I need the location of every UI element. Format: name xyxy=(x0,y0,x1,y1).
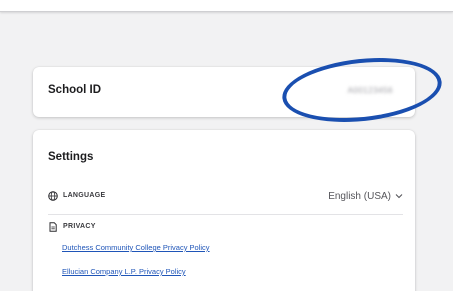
divider xyxy=(48,214,403,215)
globe-icon xyxy=(48,191,58,201)
school-id-value: A00123456 xyxy=(347,86,393,95)
document-icon xyxy=(48,222,58,232)
language-value: English (USA) xyxy=(328,190,391,202)
chevron-down-icon xyxy=(395,192,403,200)
school-id-card: School ID A00123456 xyxy=(33,67,415,117)
settings-title: Settings xyxy=(48,151,94,163)
language-label: LANGUAGE xyxy=(63,192,106,199)
school-id-label: School ID xyxy=(48,84,102,96)
top-bar xyxy=(0,0,453,12)
privacy-label: PRIVACY xyxy=(63,223,96,230)
language-select[interactable]: English (USA) xyxy=(328,189,403,203)
dutchess-privacy-policy-link[interactable]: Dutchess Community College Privacy Polic… xyxy=(62,243,210,252)
language-row: LANGUAGE English (USA) xyxy=(48,190,403,206)
privacy-row: PRIVACY xyxy=(48,221,403,235)
ellucian-privacy-policy-link[interactable]: Ellucian Company L.P. Privacy Policy xyxy=(62,267,186,276)
settings-card: Settings LANGUAGE English (USA) PRIVACY … xyxy=(33,130,415,291)
